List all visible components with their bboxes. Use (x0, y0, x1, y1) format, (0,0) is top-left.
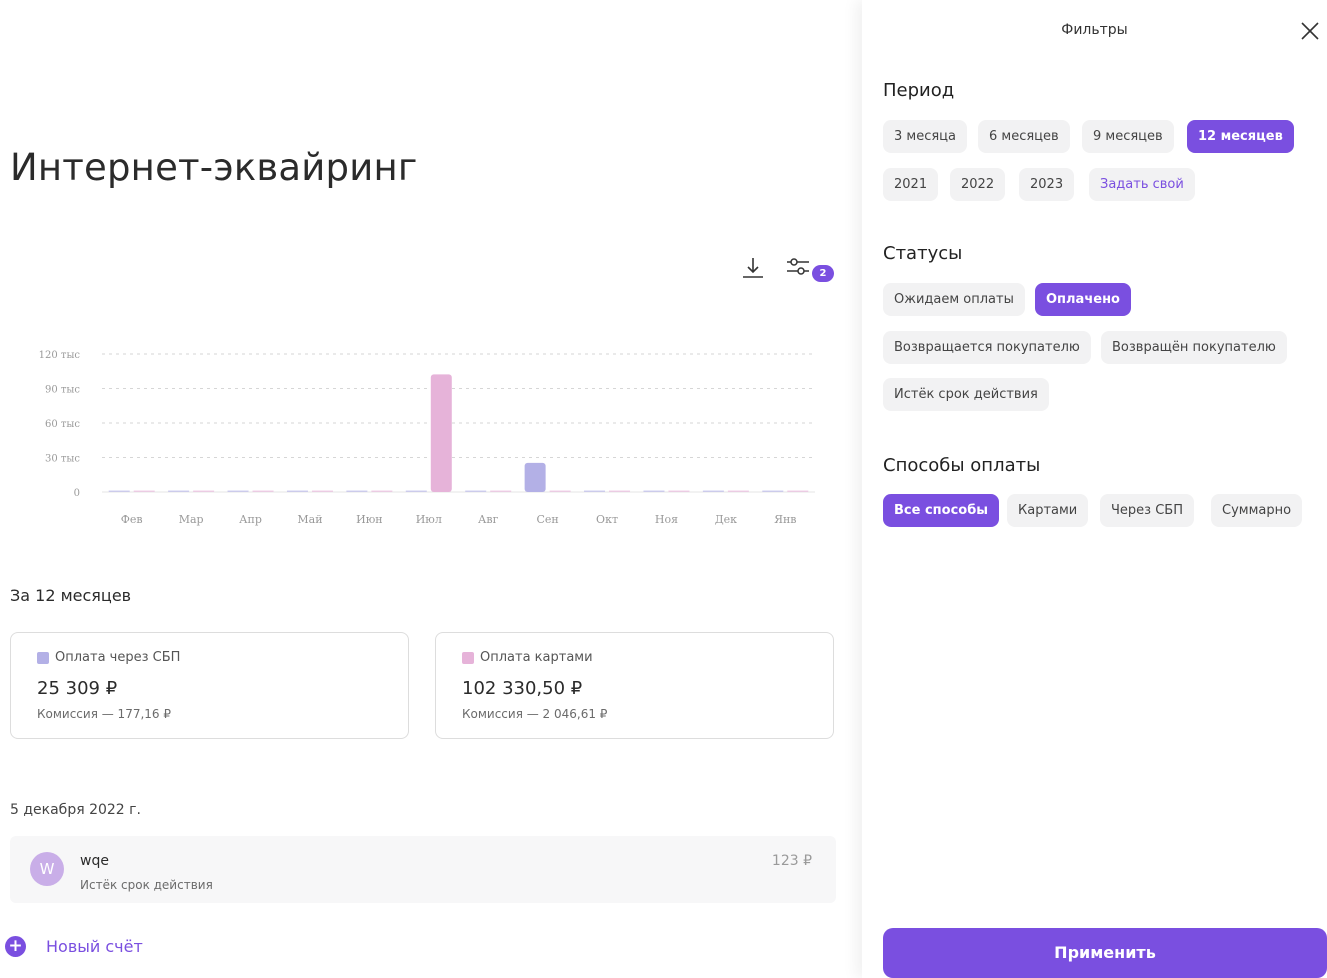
status-chip-expired[interactable]: Истёк срок действия (883, 378, 1049, 411)
chart-bar-empty (465, 490, 487, 492)
bar-chart: 0 30 тыс 60 тыс 90 тыс 120 тыс Фев Мар Апр Май Ию… (39, 350, 815, 526)
cards-commission: Комиссия — 2 046,61 ₽ (462, 707, 608, 721)
download-icon (743, 258, 763, 278)
plus-icon: + (5, 935, 26, 957)
main-content: Интернет-эквайринг 2 0 30 тыс 60 тыс 90 тыс… (0, 0, 862, 978)
chart-bar (430, 374, 452, 492)
page-title: Интернет-эквайринг (10, 146, 418, 189)
period-chip-custom[interactable]: Задать свой (1089, 168, 1195, 201)
avatar: W (30, 852, 64, 886)
status-chip-paid[interactable]: Оплачено (1035, 283, 1131, 316)
method-chip-cards[interactable]: Картами (1007, 494, 1089, 527)
chart-bar-empty (490, 490, 512, 492)
chart-bar-empty (133, 490, 155, 492)
method-chip-total[interactable]: Суммарно (1211, 494, 1303, 527)
period-section-title: Период (883, 80, 955, 101)
date-group-label: 5 декабря 2022 г. (10, 802, 141, 818)
y-tick-label: 120 тыс (39, 350, 81, 361)
filters-panel: Фильтры Период 3 месяца 6 месяцев 9 меся… (862, 0, 1327, 978)
x-tick-label: Июн (356, 513, 383, 526)
invoice-status: Истёк срок действия (80, 878, 213, 892)
filter-count-badge: 2 (812, 265, 834, 282)
chart-bar-empty (643, 490, 665, 492)
chart-bar-empty (371, 490, 393, 492)
x-tick-label: Сен (536, 513, 558, 526)
y-tick-label: 30 тыс (45, 454, 80, 465)
x-tick-label: Мар (179, 513, 204, 526)
chart-bar-empty (787, 490, 809, 492)
x-tick-label: Ноя (655, 513, 678, 526)
status-chip-refunded[interactable]: Возвращён покупателю (1101, 331, 1287, 364)
cards-legend-swatch (462, 651, 474, 664)
period-chip-2021[interactable]: 2021 (883, 168, 939, 201)
x-tick-label: Дек (715, 513, 737, 526)
close-button[interactable] (1299, 20, 1321, 42)
chart-bar-empty (762, 490, 784, 492)
y-tick-label: 0 (74, 488, 80, 499)
invoice-name: wqe (80, 853, 109, 869)
chart-bar-empty (311, 490, 333, 492)
cards-card-label: Оплата картами (480, 650, 593, 665)
cards-amount: 102 330,50 ₽ (462, 678, 583, 699)
chart-bar (524, 462, 546, 492)
period-chip-12m[interactable]: 12 месяцев (1187, 120, 1294, 153)
chart-bar-empty (346, 490, 368, 492)
x-tick-label: Май (297, 513, 322, 526)
x-tick-label: Фев (121, 513, 143, 526)
cards-summary-card: Оплата картами 102 330,50 ₽ Комиссия — 2… (435, 632, 834, 739)
sbp-card-label: Оплата через СБП (55, 650, 181, 665)
period-chip-2022[interactable]: 2022 (950, 168, 1006, 201)
sbp-commission: Комиссия — 177,16 ₽ (37, 707, 171, 721)
chart-bar-empty (609, 490, 631, 492)
period-chip-9m[interactable]: 9 месяцев (1082, 120, 1174, 153)
invoice-list-item[interactable]: W wqe Истёк срок действия 123 ₽ (10, 836, 836, 903)
chart-bar-empty (549, 490, 571, 492)
status-chip-awaiting[interactable]: Ожидаем оплаты (883, 283, 1025, 316)
payment-methods-section-title: Способы оплаты (883, 455, 1041, 476)
sbp-legend-swatch (37, 651, 49, 664)
panel-title: Фильтры (1061, 22, 1128, 38)
chart-bar-empty (584, 490, 606, 492)
download-button[interactable] (740, 254, 766, 282)
method-chip-sbp[interactable]: Через СБП (1100, 494, 1194, 527)
chart-bar-empty (702, 490, 724, 492)
summary-period-label: За 12 месяцев (10, 586, 132, 605)
chart-bar-empty (227, 490, 249, 492)
close-icon (1301, 22, 1319, 40)
chart-bar-empty (193, 490, 215, 492)
y-tick-label: 90 тыс (45, 385, 80, 396)
x-tick-label: Янв (774, 513, 796, 526)
y-tick-label: 60 тыс (45, 419, 80, 430)
x-tick-label: Авг (478, 513, 499, 526)
chart-bar-empty (252, 490, 274, 492)
apply-button[interactable]: Применить (883, 928, 1327, 978)
x-tick-label: Июл (416, 513, 442, 526)
status-chip-refunding[interactable]: Возвращается покупателю (883, 331, 1091, 364)
period-chip-3m[interactable]: 3 месяца (883, 120, 967, 153)
chart-bar-empty (168, 490, 190, 492)
filter-button[interactable]: 2 (784, 254, 836, 286)
invoice-amount: 123 ₽ (771, 853, 812, 869)
chart-bar-empty (405, 490, 427, 492)
sliders-icon (787, 258, 809, 275)
sbp-amount: 25 309 ₽ (37, 678, 118, 699)
chart-bar-empty (727, 490, 749, 492)
sbp-summary-card: Оплата через СБП 25 309 ₽ Комиссия — 177… (10, 632, 409, 739)
chart-bar-empty (668, 490, 690, 492)
method-chip-all[interactable]: Все способы (883, 494, 1000, 527)
chart-bar-empty (108, 490, 130, 492)
period-chip-6m[interactable]: 6 месяцев (978, 120, 1070, 153)
period-chip-2023[interactable]: 2023 (1019, 168, 1075, 201)
new-invoice-button[interactable]: + Новый счёт (5, 934, 143, 958)
chart-bar-empty (286, 490, 308, 492)
new-invoice-label: Новый счёт (46, 936, 143, 956)
statuses-section-title: Статусы (883, 243, 963, 264)
x-tick-label: Апр (239, 513, 262, 526)
x-tick-label: Окт (596, 513, 618, 526)
